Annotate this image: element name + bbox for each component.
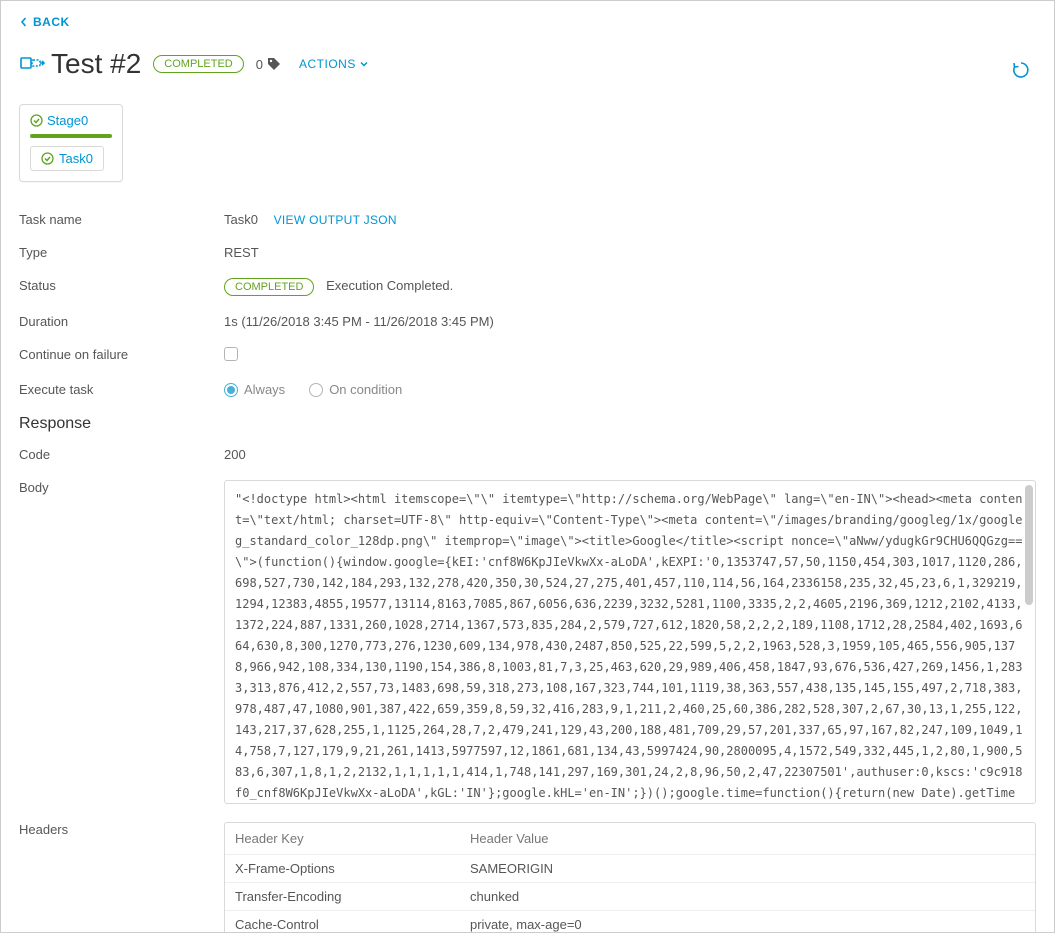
tag-icon (267, 57, 281, 71)
field-label: Body (19, 480, 224, 495)
view-output-json-link[interactable]: VIEW OUTPUT JSON (274, 213, 397, 227)
duration-value: 1s (11/26/2018 3:45 PM - 11/26/2018 3:45… (224, 314, 1036, 329)
tag-count[interactable]: 0 (256, 57, 281, 72)
field-label: Task name (19, 212, 224, 227)
response-body-box[interactable]: "<!doctype html><html itemscope=\"\" ite… (224, 480, 1036, 804)
table-row: X-Frame-Options SAMEORIGIN (225, 854, 1035, 882)
headers-table: Header Key Header Value X-Frame-Options … (224, 822, 1036, 932)
status-badge: COMPLETED (153, 55, 243, 73)
response-heading: Response (19, 415, 1036, 433)
radio-label: Always (244, 382, 285, 397)
stage-link[interactable]: Stage0 (30, 113, 112, 128)
field-label: Execute task (19, 382, 224, 397)
back-label: BACK (33, 15, 70, 29)
back-link[interactable]: BACK (19, 15, 70, 29)
chevron-left-icon (19, 17, 29, 27)
status-text: Execution Completed. (326, 278, 453, 293)
status-badge: COMPLETED (224, 278, 314, 296)
execute-always-radio[interactable] (224, 383, 238, 397)
stage-card: Stage0 Task0 (19, 104, 123, 182)
actions-dropdown[interactable]: ACTIONS (299, 57, 369, 71)
chevron-down-icon (359, 59, 369, 69)
continue-checkbox[interactable] (224, 347, 238, 361)
task-name-value: Task0 (224, 212, 258, 227)
check-circle-icon (30, 114, 43, 127)
pipeline-icon (19, 51, 45, 77)
table-row: Transfer-Encoding chunked (225, 882, 1035, 910)
type-value: REST (224, 245, 1036, 260)
page-title: Test #2 (51, 48, 141, 80)
field-label: Headers (19, 822, 224, 837)
field-label: Code (19, 447, 224, 462)
table-row: Cache-Control private, max-age=0 (225, 910, 1035, 932)
stage-progress (30, 134, 112, 138)
radio-label: On condition (329, 382, 402, 397)
header-key-column: Header Key (235, 831, 470, 846)
field-label: Duration (19, 314, 224, 329)
check-circle-icon (41, 152, 54, 165)
execute-condition-radio[interactable] (309, 383, 323, 397)
scrollbar[interactable] (1025, 485, 1033, 605)
response-code-value: 200 (224, 447, 1036, 462)
header-value-column: Header Value (470, 831, 1025, 846)
task-chip[interactable]: Task0 (30, 146, 104, 171)
field-label: Status (19, 278, 224, 293)
refresh-button[interactable] (1012, 61, 1030, 82)
field-label: Continue on failure (19, 347, 224, 362)
field-label: Type (19, 245, 224, 260)
refresh-icon (1012, 61, 1030, 79)
